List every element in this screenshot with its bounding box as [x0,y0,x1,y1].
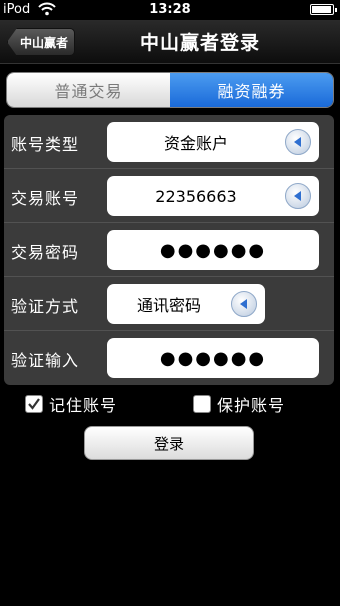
login-form: 账号类型 资金账户 交易账号 22356663 交易密码 ●●●●●● 验证方式… [4,115,334,385]
account-type-value: 资金账户 [163,134,228,153]
clock: 13:28 [149,2,191,17]
battery-icon [310,4,337,15]
verify-input-label: 验证输入 [11,351,80,370]
trade-password-label: 交易密码 [11,243,80,262]
verify-input-row: 验证输入 ●●●●●● [4,331,334,385]
trade-account-field[interactable]: 22356663 [107,176,319,216]
account-type-select[interactable]: 资金账户 [107,122,319,162]
remember-account-checkbox[interactable] [25,395,43,413]
trade-account-row: 交易账号 22356663 [4,169,334,223]
verify-method-label: 验证方式 [11,297,80,316]
dropdown-arrow-icon[interactable] [285,183,311,209]
protect-account-checkbox[interactable] [193,395,211,413]
login-button[interactable]: 登录 [84,426,254,460]
trade-password-value: ●●●●●● [159,239,267,261]
trade-account-value: 22356663 [155,186,237,206]
page-title: 中山赢者登录 [139,32,260,54]
account-type-row: 账号类型 资金账户 [4,115,334,169]
trade-account-label: 交易账号 [11,189,80,208]
trade-password-row: 交易密码 ●●●●●● [4,223,334,277]
verify-input-value: ●●●●●● [159,347,267,369]
dropdown-arrow-icon[interactable] [285,129,311,155]
account-type-label: 账号类型 [11,135,80,154]
tab-normal-trading[interactable]: 普通交易 [7,73,170,107]
remember-account-option[interactable]: 记住账号 [25,393,117,415]
checkmark-icon [28,398,40,410]
back-button[interactable]: 中山赢者 [7,28,75,56]
verify-input-field[interactable]: ●●●●●● [107,338,319,378]
trade-type-tabs: 普通交易 融资融券 [6,72,334,108]
status-bar: iPod 13:28 [0,0,340,20]
verify-method-select[interactable]: 通讯密码 [107,284,265,324]
dropdown-arrow-icon[interactable] [231,291,257,317]
trade-password-field[interactable]: ●●●●●● [107,230,319,270]
protect-account-option[interactable]: 保护账号 [193,393,285,415]
tab-margin-trading[interactable]: 融资融券 [170,73,333,107]
verify-method-row: 验证方式 通讯密码 [4,277,334,331]
nav-bar: 中山赢者 中山赢者登录 [0,20,340,64]
remember-account-label: 记住账号 [49,396,118,415]
verify-method-value: 通讯密码 [136,296,201,315]
protect-account-label: 保护账号 [217,396,286,415]
